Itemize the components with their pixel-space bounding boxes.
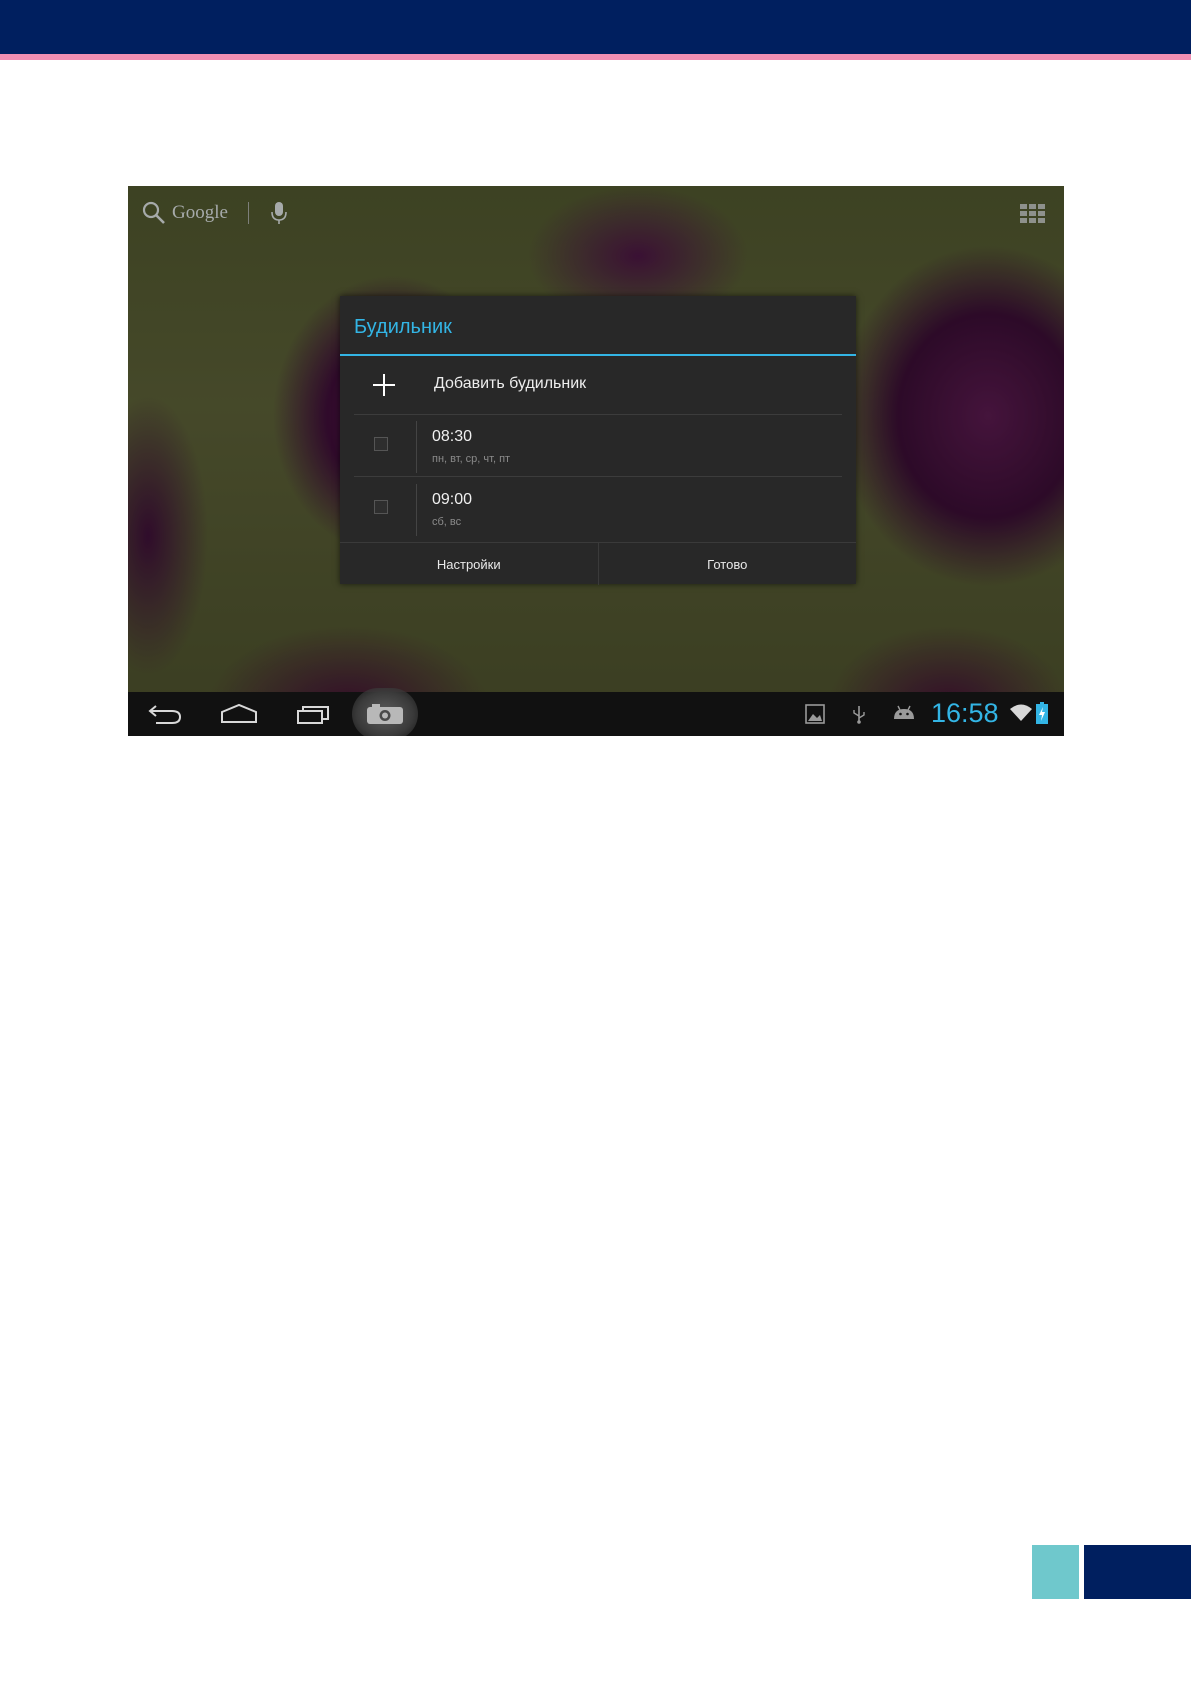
alarm-toggle-checkbox[interactable] — [374, 500, 388, 514]
dialog-button-bar: Настройки Готово — [340, 542, 856, 585]
apps-grid-icon[interactable] — [1020, 204, 1046, 224]
add-alarm-label: Добавить будильник — [434, 375, 587, 392]
alarm-item[interactable]: 08:30 пн, вт, ср, чт, пт — [354, 415, 842, 477]
alarm-item[interactable]: 09:00 сб, вс — [354, 478, 842, 539]
search-icon — [142, 201, 165, 224]
header-stripe — [0, 54, 1191, 60]
google-search-bar[interactable]: Google — [142, 200, 287, 226]
screenshot-camera-icon[interactable] — [366, 703, 404, 725]
dialog-title: Будильник — [354, 316, 452, 338]
alarm-time: 08:30 — [432, 428, 473, 445]
settings-button[interactable]: Настройки — [340, 543, 598, 585]
done-button[interactable]: Готово — [597, 543, 857, 585]
plus-icon — [373, 374, 395, 396]
usb-icon[interactable] — [852, 704, 866, 724]
search-divider — [247, 202, 249, 224]
search-label: Google — [172, 202, 228, 223]
alarm-time: 09:00 — [432, 491, 473, 508]
android-debug-icon[interactable] — [892, 705, 916, 723]
recent-apps-icon[interactable] — [296, 702, 330, 726]
alarm-toggle-checkbox[interactable] — [374, 437, 388, 451]
add-alarm-row[interactable]: Добавить будильник — [354, 356, 842, 415]
footer-accent-teal — [1032, 1545, 1079, 1599]
battery-charging-icon[interactable] — [1036, 702, 1048, 724]
alarm-divider — [416, 421, 417, 473]
alarm-dialog: Будильник Добавить будильник 08:30 пн, в… — [340, 296, 856, 585]
microphone-icon[interactable] — [271, 201, 287, 225]
wifi-icon[interactable] — [1009, 704, 1033, 722]
status-clock[interactable]: 16:58 — [931, 698, 999, 729]
gallery-icon[interactable] — [805, 704, 825, 724]
back-icon[interactable] — [148, 702, 182, 726]
system-bar: 16:58 — [128, 688, 1064, 736]
tablet-screenshot: Google Будильник Добавить будильник 08:3… — [128, 186, 1064, 736]
alarm-days: сб, вс — [432, 516, 462, 528]
header-band — [0, 0, 1191, 54]
alarm-days: пн, вт, ср, чт, пт — [432, 453, 511, 465]
home-icon[interactable] — [220, 702, 258, 726]
alarm-divider — [416, 484, 417, 536]
footer-accent-navy — [1084, 1545, 1191, 1599]
